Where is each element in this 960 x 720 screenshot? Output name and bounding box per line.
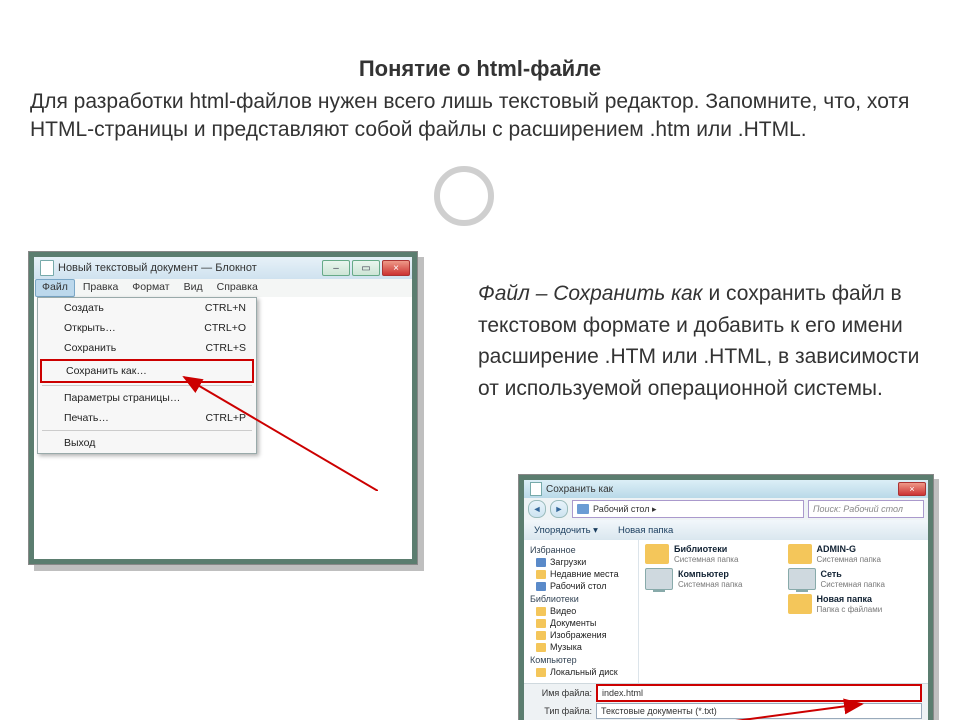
notepad-screenshot: Новый текстовый документ — Блокнот – ▭ ×… bbox=[28, 251, 418, 565]
notepad-titlebar: Новый текстовый документ — Блокнот – ▭ × bbox=[34, 257, 412, 279]
maximize-button[interactable]: ▭ bbox=[352, 260, 380, 276]
nav-group-favorites: Избранное bbox=[530, 545, 636, 555]
folder-icon bbox=[788, 594, 812, 614]
dialog-title: Сохранить как bbox=[546, 484, 613, 495]
save-dialog-screenshot: Сохранить как × ◄ ► Рабочий стол ▸ Поиск… bbox=[518, 474, 934, 720]
folder-icon bbox=[536, 570, 546, 579]
instruction-text: Файл – Сохранить как и сохранить файл в … bbox=[478, 278, 928, 404]
nav-group-libraries: Библиотеки bbox=[530, 594, 636, 604]
nav-pane: Избранное Загрузки Недавние места Рабочи… bbox=[524, 540, 639, 691]
notepad-body: СоздатьCTRL+N Открыть…CTRL+O СохранитьCT… bbox=[34, 297, 412, 559]
menu-item-open[interactable]: Открыть…CTRL+O bbox=[38, 318, 256, 338]
menu-path-emphasis: Файл – Сохранить как bbox=[478, 282, 703, 305]
menu-item-page-setup[interactable]: Параметры страницы… bbox=[38, 388, 256, 408]
dialog-bottom: Имя файла: index.html Тип файла: Текстов… bbox=[524, 683, 928, 720]
nav-item-documents[interactable]: Документы bbox=[526, 617, 636, 629]
menu-format[interactable]: Формат bbox=[125, 279, 176, 297]
menu-separator bbox=[42, 385, 252, 386]
document-icon bbox=[530, 482, 542, 496]
folder-icon bbox=[536, 607, 546, 616]
dialog-titlebar: Сохранить как × bbox=[524, 480, 928, 498]
file-menu-dropdown: СоздатьCTRL+N Открыть…CTRL+O СохранитьCT… bbox=[37, 297, 257, 454]
menu-item-create[interactable]: СоздатьCTRL+N bbox=[38, 298, 256, 318]
address-bar-row: ◄ ► Рабочий стол ▸ Поиск: Рабочий стол bbox=[524, 498, 928, 520]
organize-button[interactable]: Упорядочить ▾ bbox=[524, 525, 608, 536]
nav-item-video[interactable]: Видео bbox=[526, 605, 636, 617]
page-title: Понятие о html-файле bbox=[0, 56, 960, 82]
new-folder-button[interactable]: Новая папка bbox=[608, 525, 683, 536]
nav-item-desktop[interactable]: Рабочий стол bbox=[526, 580, 636, 592]
nav-item-pictures[interactable]: Изображения bbox=[526, 629, 636, 641]
window-buttons: – ▭ × bbox=[322, 260, 412, 276]
search-input[interactable]: Поиск: Рабочий стол bbox=[808, 500, 924, 518]
folder-icon bbox=[536, 558, 546, 567]
desktop-icon bbox=[536, 582, 546, 591]
notepad-title: Новый текстовый документ — Блокнот bbox=[58, 262, 257, 274]
disk-icon bbox=[536, 668, 546, 677]
menu-edit[interactable]: Правка bbox=[76, 279, 125, 297]
folder-icon bbox=[645, 544, 669, 564]
filetype-label: Тип файла: bbox=[530, 706, 592, 716]
dialog-main: Избранное Загрузки Недавние места Рабочи… bbox=[524, 540, 928, 691]
intro-text: Для разработки html-файлов нужен всего л… bbox=[30, 88, 930, 145]
network-icon bbox=[788, 568, 816, 590]
nav-item-music[interactable]: Музыка bbox=[526, 641, 636, 653]
folder-icon bbox=[536, 631, 546, 640]
list-item[interactable]: Новая папкаПапка с файлами bbox=[788, 594, 923, 614]
menu-item-print[interactable]: Печать…CTRL+P bbox=[38, 408, 256, 428]
list-item[interactable]: СетьСистемная папка bbox=[788, 568, 923, 590]
back-button[interactable]: ◄ bbox=[528, 500, 546, 518]
filename-label: Имя файла: bbox=[530, 688, 592, 698]
list-item[interactable]: ADMIN-GСистемная папка bbox=[788, 544, 923, 564]
watermark-ring bbox=[434, 166, 494, 226]
file-list: БиблиотекиСистемная папка ADMIN-GСистемн… bbox=[639, 540, 928, 691]
dialog-toolbar: Упорядочить ▾ Новая папка bbox=[524, 520, 928, 540]
menu-item-save-as[interactable]: Сохранить как… bbox=[40, 359, 254, 383]
list-item[interactable]: БиблиотекиСистемная папка bbox=[645, 544, 780, 564]
filetype-row: Тип файла: Текстовые документы (*.txt) bbox=[524, 702, 928, 720]
menu-item-exit[interactable]: Выход bbox=[38, 433, 256, 453]
minimize-button[interactable]: – bbox=[322, 260, 350, 276]
menu-help[interactable]: Справка bbox=[210, 279, 265, 297]
folder-icon bbox=[788, 544, 812, 564]
folder-icon bbox=[536, 619, 546, 628]
list-item[interactable]: КомпьютерСистемная папка bbox=[645, 568, 780, 590]
menu-view[interactable]: Вид bbox=[177, 279, 210, 297]
filename-input[interactable]: index.html bbox=[596, 684, 922, 702]
menu-separator bbox=[42, 430, 252, 431]
desktop-icon bbox=[577, 504, 589, 514]
forward-button[interactable]: ► bbox=[550, 500, 568, 518]
nav-group-computer: Компьютер bbox=[530, 655, 636, 665]
close-button[interactable]: × bbox=[898, 482, 926, 496]
filetype-select[interactable]: Текстовые документы (*.txt) bbox=[596, 703, 922, 719]
address-bar[interactable]: Рабочий стол ▸ bbox=[572, 500, 804, 518]
filename-row: Имя файла: index.html bbox=[524, 684, 928, 702]
nav-item-recent[interactable]: Недавние места bbox=[526, 568, 636, 580]
notepad-menubar: Файл Правка Формат Вид Справка bbox=[34, 279, 412, 298]
nav-item-downloads[interactable]: Загрузки bbox=[526, 556, 636, 568]
nav-item-localdisk[interactable]: Локальный диск bbox=[526, 666, 636, 678]
folder-icon bbox=[536, 643, 546, 652]
menu-file[interactable]: Файл bbox=[35, 279, 75, 297]
menu-item-save[interactable]: СохранитьCTRL+S bbox=[38, 338, 256, 358]
document-icon bbox=[40, 260, 54, 276]
computer-icon bbox=[645, 568, 673, 590]
close-button[interactable]: × bbox=[382, 260, 410, 276]
